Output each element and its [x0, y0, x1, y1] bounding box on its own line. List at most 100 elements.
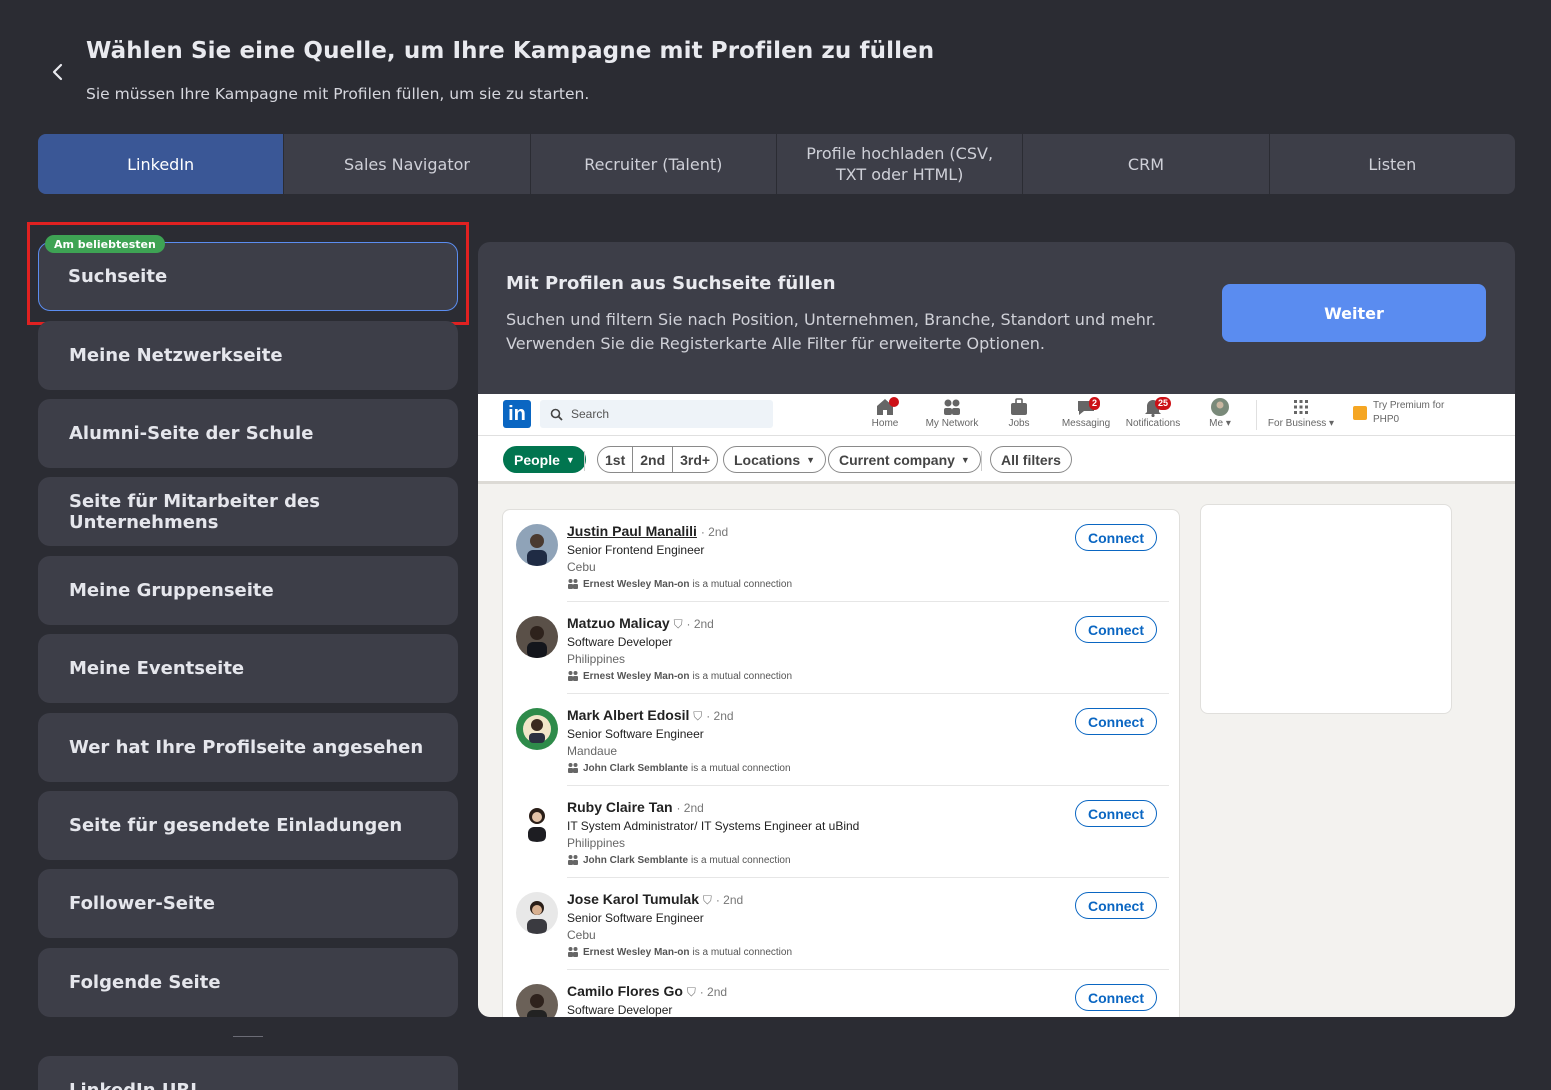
search-icon [550, 408, 563, 421]
back-button[interactable] [44, 58, 72, 86]
profile-headline: Senior Software Engineer [567, 727, 704, 741]
continue-button[interactable]: Weiter [1222, 284, 1486, 342]
nav-jobs: Jobs [987, 397, 1051, 433]
profile-name: Mark Albert Edosil ⛉ · 2nd [567, 707, 734, 723]
linkedin-navbar: in Search Home My Network Jobs Messaging… [478, 394, 1515, 436]
profile-photo [516, 984, 558, 1017]
nav-messaging: Messaging 2 [1061, 397, 1111, 429]
profile-photo [516, 616, 558, 658]
page-title: Wählen Sie eine Quelle, um Ihre Kampagne… [86, 38, 935, 64]
mutual-connection: John Clark Semblante is a mutual connecti… [567, 854, 791, 866]
filter-all: All filters [990, 446, 1072, 473]
verified-icon: ⛉ [702, 893, 712, 907]
network-icon [944, 399, 960, 415]
divider [233, 1036, 263, 1037]
profile-photo [516, 800, 558, 842]
result-row: Mark Albert Edosil ⛉ · 2nd Senior Softwa… [503, 694, 1179, 786]
mutual-connection: Ernest Wesley Man-on is a mutual connecti… [567, 578, 792, 590]
people-icon [568, 671, 578, 681]
caret-down-icon: ▼ [565, 454, 575, 465]
people-icon [568, 579, 578, 589]
source-events[interactable]: Meine Eventseite [38, 634, 458, 703]
result-row: Justin Paul Manalili · 2nd Senior Fronte… [503, 510, 1179, 602]
mutual-connection: Ernest Wesley Man-on is a mutual connecti… [567, 670, 792, 682]
jobs-icon [1011, 398, 1027, 415]
linkedin-search: Search [540, 400, 773, 428]
source-my-network[interactable]: Meine Netzwerkseite [38, 321, 458, 390]
source-profile-viewers[interactable]: Wer hat Ihre Profilseite angesehen [38, 713, 458, 782]
verified-icon: ⛉ [693, 709, 703, 723]
profile-headline: IT System Administrator/ IT Systems Engi… [567, 819, 860, 833]
panel-description: Suchen und filtern Sie nach Position, Un… [506, 310, 1157, 353]
tab-recruiter[interactable]: Recruiter (Talent) [531, 134, 777, 194]
profile-name: Camilo Flores Go ⛉ · 2nd [567, 983, 728, 999]
profile-location: Mandaue [567, 744, 618, 758]
sidebar-card [1200, 504, 1452, 714]
nav-for-business: For Business ▾ [1263, 397, 1339, 433]
panel-title: Mit Profilen aus Suchseite füllen [506, 273, 836, 294]
source-groups[interactable]: Meine Gruppenseite [38, 556, 458, 625]
search-placeholder: Search [571, 407, 610, 421]
result-row: Ruby Claire Tan · 2nd IT System Administ… [503, 786, 1179, 878]
tab-lists[interactable]: Listen [1270, 134, 1515, 194]
caret-down-icon: ▼ [960, 454, 970, 465]
profile-name: Matzuo Malicay ⛉ · 2nd [567, 615, 714, 631]
connect-button: Connect [1075, 708, 1157, 735]
page-subtitle: Sie müssen Ihre Kampagne mit Profilen fü… [86, 85, 590, 103]
chevron-left-icon [52, 63, 63, 81]
search-results-list: Justin Paul Manalili · 2nd Senior Fronte… [502, 509, 1180, 1017]
source-alumni[interactable]: Alumni-Seite der Schule [38, 399, 458, 468]
people-icon [568, 763, 578, 773]
linkedin-preview-screenshot: in Search Home My Network Jobs Messaging… [478, 394, 1515, 1017]
tab-linkedin[interactable]: LinkedIn [38, 134, 285, 194]
profile-photo [516, 708, 558, 750]
connect-button: Connect [1075, 800, 1157, 827]
result-row: Camilo Flores Go ⛉ · 2nd Software Develo… [503, 970, 1179, 1017]
connect-button: Connect [1075, 892, 1157, 919]
filter-degree-group: 1st 2nd 3rd+ [597, 446, 719, 473]
source-detail-panel: Mit Profilen aus Suchseite füllen Suchen… [478, 242, 1515, 1017]
tab-sales-navigator[interactable]: Sales Navigator [284, 134, 531, 194]
verified-icon: ⛉ [686, 985, 696, 999]
filter-divider [981, 451, 982, 471]
profile-location: Philippines [567, 836, 626, 850]
profile-photo [516, 892, 558, 934]
grid-icon [1294, 400, 1308, 414]
connect-button: Connect [1075, 616, 1157, 643]
linkedin-filter-bar: People ▼ 1st 2nd 3rd+ Locations ▼ Current … [478, 436, 1515, 484]
source-followers[interactable]: Follower-Seite [38, 869, 458, 938]
source-sent-invitations[interactable]: Seite für gesendete Einladungen [38, 791, 458, 860]
profile-photo [516, 524, 558, 566]
nav-my-network: My Network [920, 397, 984, 433]
result-row: Matzuo Malicay ⛉ · 2nd Software Develope… [503, 602, 1179, 694]
filter-divider [584, 451, 585, 471]
source-linkedin-url[interactable]: LinkedIn URL [38, 1056, 458, 1090]
result-row: Jose Karol Tumulak ⛉ · 2nd Senior Softwa… [503, 878, 1179, 970]
source-company-employees[interactable]: Seite für Mitarbeiter des Unternehmens [38, 477, 458, 546]
tab-crm[interactable]: CRM [1023, 134, 1270, 194]
nav-home: Home [853, 397, 917, 433]
filter-current-company: Current company ▼ [828, 446, 981, 473]
profile-name: Jose Karol Tumulak ⛉ · 2nd [567, 891, 744, 907]
notifications-badge: 25 [1155, 397, 1172, 410]
avatar-icon [1211, 398, 1229, 416]
profile-headline: Senior Frontend Engineer [567, 543, 705, 557]
linkedin-logo: in [503, 400, 531, 428]
filter-locations: Locations ▼ [723, 446, 827, 473]
connect-button: Connect [1075, 524, 1157, 551]
premium-link: Try Premium for PHP0 [1353, 399, 1463, 427]
nav-me: Me ▾ [1188, 397, 1252, 433]
verified-icon: ⛉ [673, 617, 683, 631]
popular-badge: Am beliebtesten [45, 235, 165, 253]
profile-name: Ruby Claire Tan · 2nd [567, 799, 704, 815]
tab-upload-profiles[interactable]: Profile hochladen (CSV, TXT oder HTML) [777, 134, 1024, 194]
profile-location: Philippines [567, 652, 626, 666]
source-following[interactable]: Folgende Seite [38, 948, 458, 1017]
filter-people: People ▼ [503, 446, 586, 473]
profile-location: Cebu [567, 560, 596, 574]
mutual-connection: John Clark Semblante is a mutual connecti… [567, 762, 791, 774]
notification-dot [889, 397, 899, 407]
nav-divider [1256, 400, 1257, 430]
connect-button: Connect [1075, 984, 1157, 1011]
profile-location: Cebu [567, 928, 596, 942]
